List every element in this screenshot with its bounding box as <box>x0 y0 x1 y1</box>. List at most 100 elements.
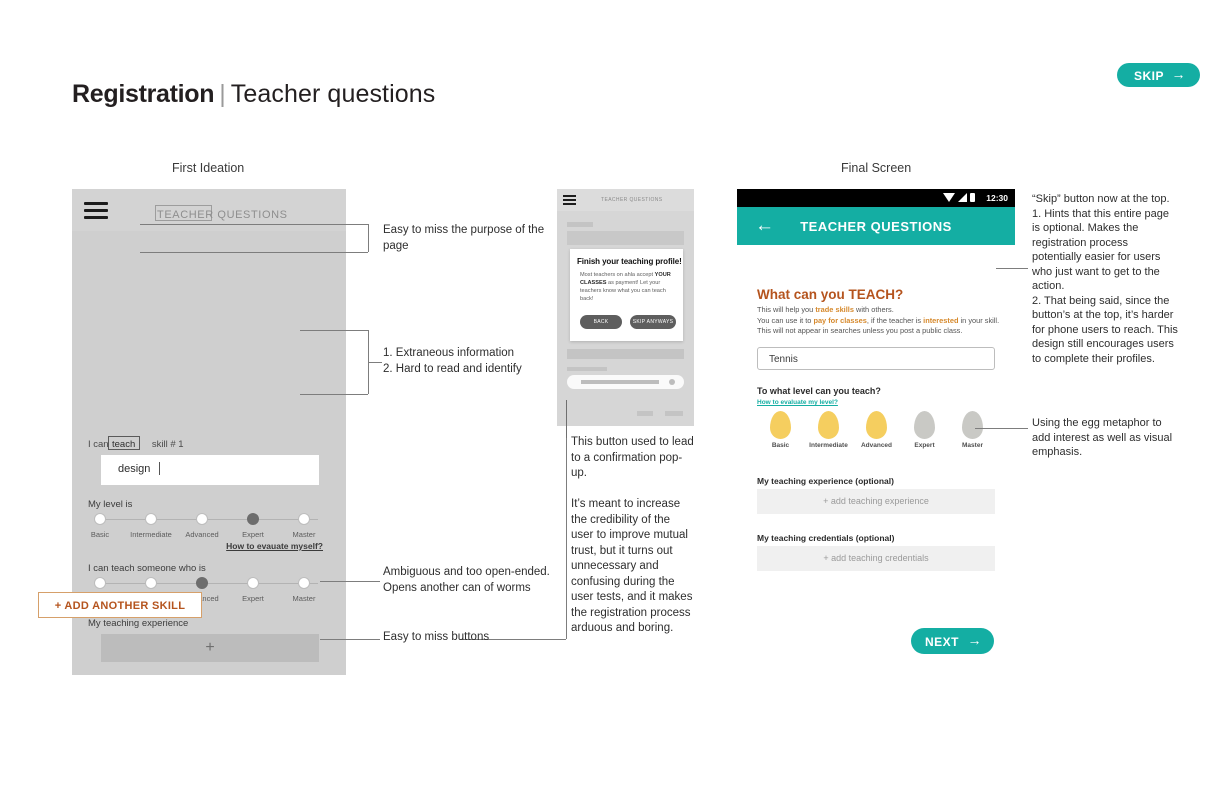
confirmation-popup: Finish your teaching profile! Most teach… <box>570 249 683 341</box>
popup-skip-anyways-button[interactable]: SKIP ANYWAYS <box>630 315 676 329</box>
level-dot-advanced[interactable] <box>196 513 208 525</box>
egg-icon-basic <box>770 411 791 439</box>
hamburger-menu-icon[interactable] <box>84 202 108 219</box>
leader-line-2 <box>300 330 368 331</box>
level-label-intermediate: Intermediate <box>130 530 172 539</box>
text-caret <box>159 462 160 475</box>
final-skill-input[interactable]: Tennis <box>757 347 995 370</box>
body-line2-c: in your skill. <box>958 315 1000 325</box>
skip-button-label: SKIP <box>1134 69 1165 83</box>
body-seg-1: This will help you <box>757 305 816 314</box>
popup-back-button[interactable]: BACK <box>580 315 622 329</box>
level2-label-master: Master <box>292 594 316 603</box>
final-skill-input-value: Tennis <box>769 354 798 365</box>
skill-line-prefix: I can <box>88 439 109 450</box>
ghost-block-1 <box>567 349 684 359</box>
signal-icon <box>958 193 967 202</box>
egg-label-intermediate: Intermediate <box>809 442 848 449</box>
body-highlight-trade-skills: trade skills <box>815 305 854 314</box>
wireframe-my-level-label: My level is <box>88 499 133 510</box>
final-add-credentials-button[interactable]: + add teaching credentials <box>757 546 995 571</box>
level2-dot-basic[interactable] <box>94 577 106 589</box>
skip-button[interactable]: SKIP → <box>1117 63 1200 87</box>
teach-word-label: teach <box>112 439 136 450</box>
level2-dot-master[interactable] <box>298 577 310 589</box>
final-add-experience-button[interactable]: + add teaching experience <box>757 489 995 514</box>
level2-label-expert: Expert <box>242 594 264 603</box>
status-bar-clock: 12:30 <box>986 193 1008 203</box>
egg-label-expert: Expert <box>914 442 935 449</box>
leader-line-6 <box>996 268 1028 269</box>
final-appbar: ← TEACHER QUESTIONS <box>737 207 1015 245</box>
slider-track <box>100 583 318 584</box>
wireframe-level-slider-2[interactable] <box>94 577 324 590</box>
egg-option-intermediate[interactable]: Intermediate <box>805 411 852 449</box>
android-status-bar: 12:30 <box>737 189 1015 207</box>
level-dot-basic[interactable] <box>94 513 106 525</box>
egg-label-advanced: Advanced <box>860 442 893 449</box>
ghost-button-1 <box>637 411 653 416</box>
hamburger-menu-icon[interactable] <box>563 195 576 205</box>
egg-level-selector[interactable]: Basic Intermediate Advanced Expert Maste… <box>757 411 995 463</box>
egg-label-master: Master <box>962 442 983 449</box>
annotation-note-2: 1. Extraneous information 2. Hard to rea… <box>383 347 522 375</box>
egg-icon-expert <box>914 411 935 439</box>
wireframe-level-slider-1[interactable] <box>94 513 324 526</box>
wireframe-evaluate-link[interactable]: How to evauate myself? <box>226 541 323 551</box>
egg-icon-advanced <box>866 411 887 439</box>
ghost-button-2 <box>665 411 683 416</box>
level-label-advanced: Advanced <box>185 530 219 539</box>
add-another-skill-button[interactable]: + ADD ANOTHER SKILL <box>38 592 202 618</box>
column-label-final-screen: Final Screen <box>841 161 912 175</box>
annotation-note-6: “Skip” button now at the top. 1. Hints t… <box>1032 193 1178 365</box>
page-title: Registration | Teacher questions <box>72 80 435 109</box>
egg-icon-master <box>962 411 983 439</box>
ghost-input-1 <box>567 231 684 245</box>
level2-dot-expert[interactable] <box>247 577 259 589</box>
final-next-button[interactable]: NEXT → <box>911 628 994 654</box>
ghost-label-2 <box>567 367 607 371</box>
final-heading: What can you TEACH? <box>757 287 904 302</box>
final-level-question: To what level can you teach? <box>757 386 881 396</box>
level2-dot-advanced[interactable] <box>196 577 208 589</box>
page-title-bold: Registration <box>72 80 215 108</box>
level-label-expert: Expert <box>242 530 264 539</box>
egg-option-basic[interactable]: Basic <box>757 411 804 449</box>
wireframe-add-experience-button[interactable]: + <box>101 634 319 662</box>
popup-body: Most teachers on ahla accept YOUR CLASSE… <box>580 271 676 303</box>
middle-annotation-leader <box>566 400 567 438</box>
body-line2-b: , if the teacher is <box>866 315 924 325</box>
level-label-basic: Basic <box>90 530 110 539</box>
column-label-first-ideation: First Ideation <box>172 161 245 175</box>
final-credentials-label: My teaching credentials (optional) <box>757 533 895 543</box>
annotation-note-3: Ambiguous and too open-ended. Opens anot… <box>383 566 550 594</box>
egg-option-master[interactable]: Master <box>949 411 996 449</box>
level2-dot-intermediate[interactable] <box>145 577 157 589</box>
final-app-title: TEACHER QUESTIONS <box>800 219 952 234</box>
final-body-text: This will help you trade skills with oth… <box>757 305 1002 337</box>
popup-body-part1: Most teachers on ahla accept <box>580 272 655 278</box>
level-dot-expert[interactable] <box>247 513 259 525</box>
egg-option-expert[interactable]: Expert <box>901 411 948 449</box>
leader-line-4 <box>320 639 380 640</box>
level-dot-master[interactable] <box>298 513 310 525</box>
body-highlight-pay-for-classes: pay for classes <box>813 315 867 325</box>
battery-icon <box>970 193 975 202</box>
final-evaluate-link[interactable]: How to evaluate my level? <box>757 399 838 406</box>
skill-line-suffix: skill # 1 <box>151 439 184 450</box>
wireframe-skill-input[interactable]: design <box>101 455 319 485</box>
level-dot-intermediate[interactable] <box>145 513 157 525</box>
body-seg-3: with others. <box>853 305 894 314</box>
leader-line-1c <box>140 252 368 253</box>
wireframe-teach-someone-label: I can teach someone who is <box>88 563 206 574</box>
leader-line-4c <box>566 426 567 639</box>
leader-line-1 <box>140 224 368 225</box>
level-label-master: Master <box>292 530 316 539</box>
body-line3: This will not appear in searches unless … <box>757 326 963 335</box>
annotation-note-7: Using the egg metaphor to add interest a… <box>1032 417 1173 458</box>
annotation-note-4: Easy to miss buttons <box>383 631 490 643</box>
wireframe-experience-label: My teaching experience <box>88 618 189 629</box>
egg-option-advanced[interactable]: Advanced <box>853 411 900 449</box>
leader-line-2c <box>300 394 368 395</box>
body-line2-a: You can use it to <box>757 315 814 325</box>
